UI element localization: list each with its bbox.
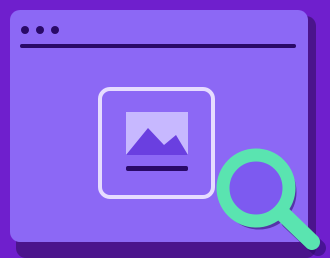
window-dot-icon (51, 26, 59, 34)
window-dot-icon (21, 26, 29, 34)
image-caption-line (126, 166, 188, 171)
window-dot-icon (36, 26, 44, 34)
browser-search-illustration (10, 10, 326, 258)
illustration-scene (0, 0, 330, 258)
window-title-bar-line (20, 44, 296, 48)
